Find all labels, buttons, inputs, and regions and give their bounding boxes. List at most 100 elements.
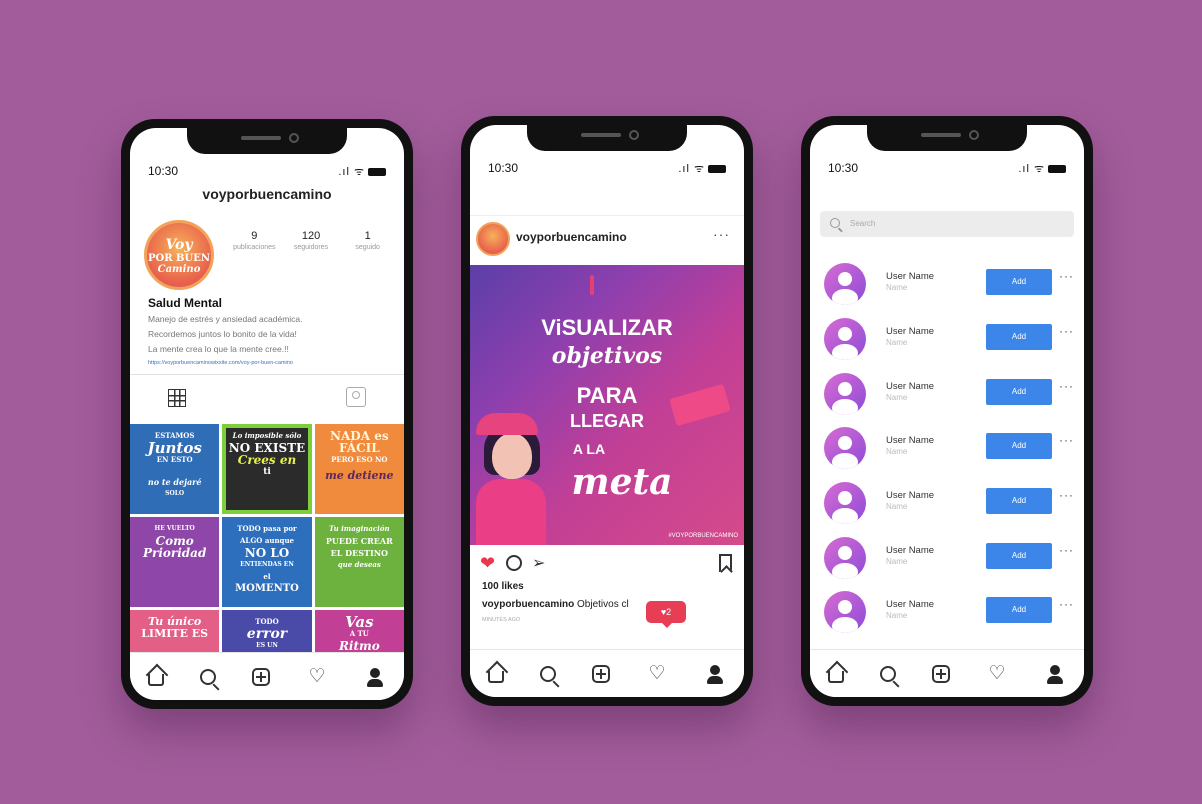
add-button[interactable]: Add: [986, 543, 1052, 569]
more-options-icon[interactable]: ···: [1059, 324, 1074, 338]
tile-text: EL DESTINO: [330, 548, 388, 558]
user-subname: Name: [886, 502, 908, 511]
add-icon[interactable]: [932, 664, 950, 683]
stat-followers[interactable]: 120 seguidores: [283, 230, 340, 251]
more-options-icon[interactable]: ···: [1059, 433, 1074, 447]
phone-suggestions: 10:30 .ıl ᯤ Search User Name Name Add ··…: [801, 116, 1093, 706]
user-row[interactable]: User Name Name Add ···: [820, 480, 1074, 526]
stat-posts[interactable]: 9 publicaciones: [226, 230, 283, 251]
user-row[interactable]: User Name Name Add ···: [820, 425, 1074, 471]
user-avatar-icon[interactable]: [824, 263, 866, 305]
bio-link[interactable]: https://voyporbuencaminowixsite.com/voy-…: [148, 360, 293, 366]
post-tile[interactable]: Tu imaginación PUEDE CREAR EL DESTINO qu…: [314, 517, 404, 607]
post-tile[interactable]: TODO pasa por ALGO aunque NO LO ENTIENDA…: [222, 517, 312, 607]
profile-avatar[interactable]: Voy POR BUEN Camino: [144, 220, 214, 290]
add-icon[interactable]: [252, 667, 270, 686]
comment-icon[interactable]: [506, 555, 522, 571]
user-name: User Name: [886, 545, 935, 556]
tile-text: PERO ESO NO: [331, 455, 388, 464]
post-tile[interactable]: HE VUELTO Como Prioridad: [130, 517, 220, 607]
search-input[interactable]: Search: [820, 211, 1074, 237]
home-icon[interactable]: [488, 670, 504, 683]
user-row[interactable]: User Name Name Add ···: [820, 589, 1074, 635]
tile-text: Tu imaginación: [329, 524, 390, 533]
likes-count[interactable]: 100 likes: [482, 581, 524, 592]
search-icon[interactable]: [540, 665, 556, 682]
search-icon[interactable]: [880, 665, 896, 682]
post-actions: ❤ ➢: [480, 553, 734, 575]
profile-icon[interactable]: [1044, 663, 1066, 685]
like-notification-badge[interactable]: ♥2: [646, 601, 686, 628]
home-icon[interactable]: [148, 673, 164, 686]
user-avatar-icon[interactable]: [824, 591, 866, 633]
post-image[interactable]: ViSUALIZAR objetivos PARA LLEGAR A LA me…: [470, 265, 744, 545]
stat-following[interactable]: 1 seguido: [339, 230, 396, 251]
like-icon[interactable]: ❤: [480, 553, 495, 574]
status-bar: 10:30 .ıl ᯤ: [828, 161, 1066, 177]
more-options-icon[interactable]: ···: [1059, 543, 1074, 557]
user-avatar-icon[interactable]: [824, 318, 866, 360]
signal-wifi-icon: .ıl ᯤ: [678, 161, 726, 176]
user-subname: Name: [886, 557, 908, 566]
profile-icon[interactable]: [364, 666, 386, 688]
illustration-girl-cap: [476, 413, 538, 435]
grid-icon[interactable]: [168, 389, 186, 407]
post-avatar[interactable]: [476, 222, 510, 256]
user-avatar-icon[interactable]: [824, 537, 866, 579]
bookmark-icon[interactable]: [719, 554, 732, 572]
post-tile[interactable]: ESTAMOS Juntos EN ESTO no te dejaré SOLO: [130, 424, 220, 514]
user-row[interactable]: User Name Name Add ···: [820, 371, 1074, 417]
search-icon[interactable]: [200, 668, 216, 685]
heart-icon[interactable]: ♡: [306, 666, 328, 688]
search-icon: [830, 218, 840, 228]
heart-icon[interactable]: ♡: [986, 663, 1008, 685]
heart-icon[interactable]: ♡: [646, 663, 668, 685]
user-name: User Name: [886, 326, 935, 337]
home-icon[interactable]: [828, 670, 844, 683]
post-username[interactable]: voyporbuencamino: [516, 230, 627, 244]
more-options-icon[interactable]: ···: [713, 226, 730, 242]
more-options-icon[interactable]: ···: [1059, 379, 1074, 393]
tile-text: Ritmo: [338, 639, 380, 653]
more-options-icon[interactable]: ···: [1059, 269, 1074, 283]
profile-icon[interactable]: [704, 663, 726, 685]
add-button[interactable]: Add: [986, 597, 1052, 623]
user-row[interactable]: User Name Name Add ···: [820, 316, 1074, 362]
user-row[interactable]: User Name Name Add ···: [820, 261, 1074, 307]
add-icon[interactable]: [592, 664, 610, 683]
add-button[interactable]: Add: [986, 269, 1052, 295]
tagged-icon[interactable]: [346, 387, 366, 407]
tile-text: me detiene: [325, 469, 394, 482]
user-avatar-icon[interactable]: [824, 427, 866, 469]
post-header: voyporbuencamino ···: [470, 215, 744, 259]
share-icon[interactable]: ➢: [532, 553, 545, 573]
user-row[interactable]: User Name Name Add ···: [820, 535, 1074, 581]
tile-text: NADA es FÁCIL: [330, 429, 389, 455]
battery-icon: [1048, 165, 1066, 174]
user-subname: Name: [886, 447, 908, 456]
tile-text: SOLO: [165, 490, 185, 497]
caption-text: Objetivos cl: [577, 599, 629, 610]
add-button[interactable]: Add: [986, 379, 1052, 405]
add-button[interactable]: Add: [986, 488, 1052, 514]
bottom-nav: ♡: [810, 649, 1084, 697]
avatar-text-3: Camino: [157, 264, 201, 275]
post-image-text: objetivos: [551, 343, 663, 369]
more-options-icon[interactable]: ···: [1059, 597, 1074, 611]
more-options-icon[interactable]: ···: [1059, 488, 1074, 502]
user-avatar-icon[interactable]: [824, 482, 866, 524]
notch: [187, 128, 347, 154]
illustration-girl-head: [492, 433, 532, 479]
notch: [867, 125, 1027, 151]
post-tile[interactable]: NADA es FÁCIL PERO ESO NO me detiene: [314, 424, 404, 514]
bottom-nav: ♡: [470, 649, 744, 697]
caption-username[interactable]: voyporbuencamino: [482, 599, 574, 610]
add-button[interactable]: Add: [986, 433, 1052, 459]
add-button[interactable]: Add: [986, 324, 1052, 350]
user-avatar-icon[interactable]: [824, 373, 866, 415]
post-tile[interactable]: Lo imposible sólo NO EXISTE Crees en ti: [222, 424, 312, 514]
profile-username: voyporbuencamino: [202, 186, 332, 202]
user-name: User Name: [886, 381, 935, 392]
stat-posts-label: publicaciones: [233, 244, 276, 251]
user-name: User Name: [886, 599, 935, 610]
